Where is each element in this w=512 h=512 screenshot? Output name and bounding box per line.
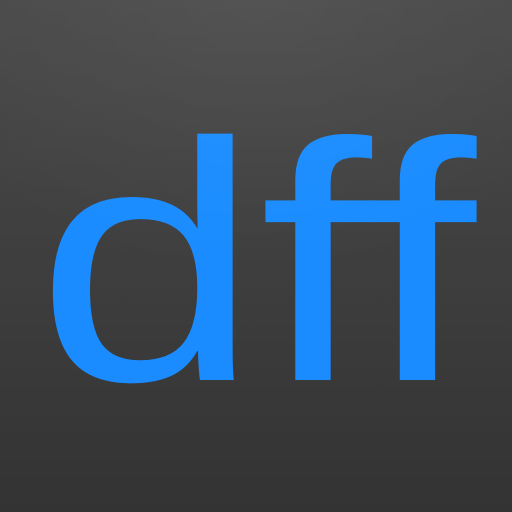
app-icon: dff: [0, 0, 512, 512]
wordmark-container: dff: [0, 30, 512, 450]
wordmark-svg: dff: [36, 73, 477, 450]
logo-text: dff: [36, 73, 477, 450]
